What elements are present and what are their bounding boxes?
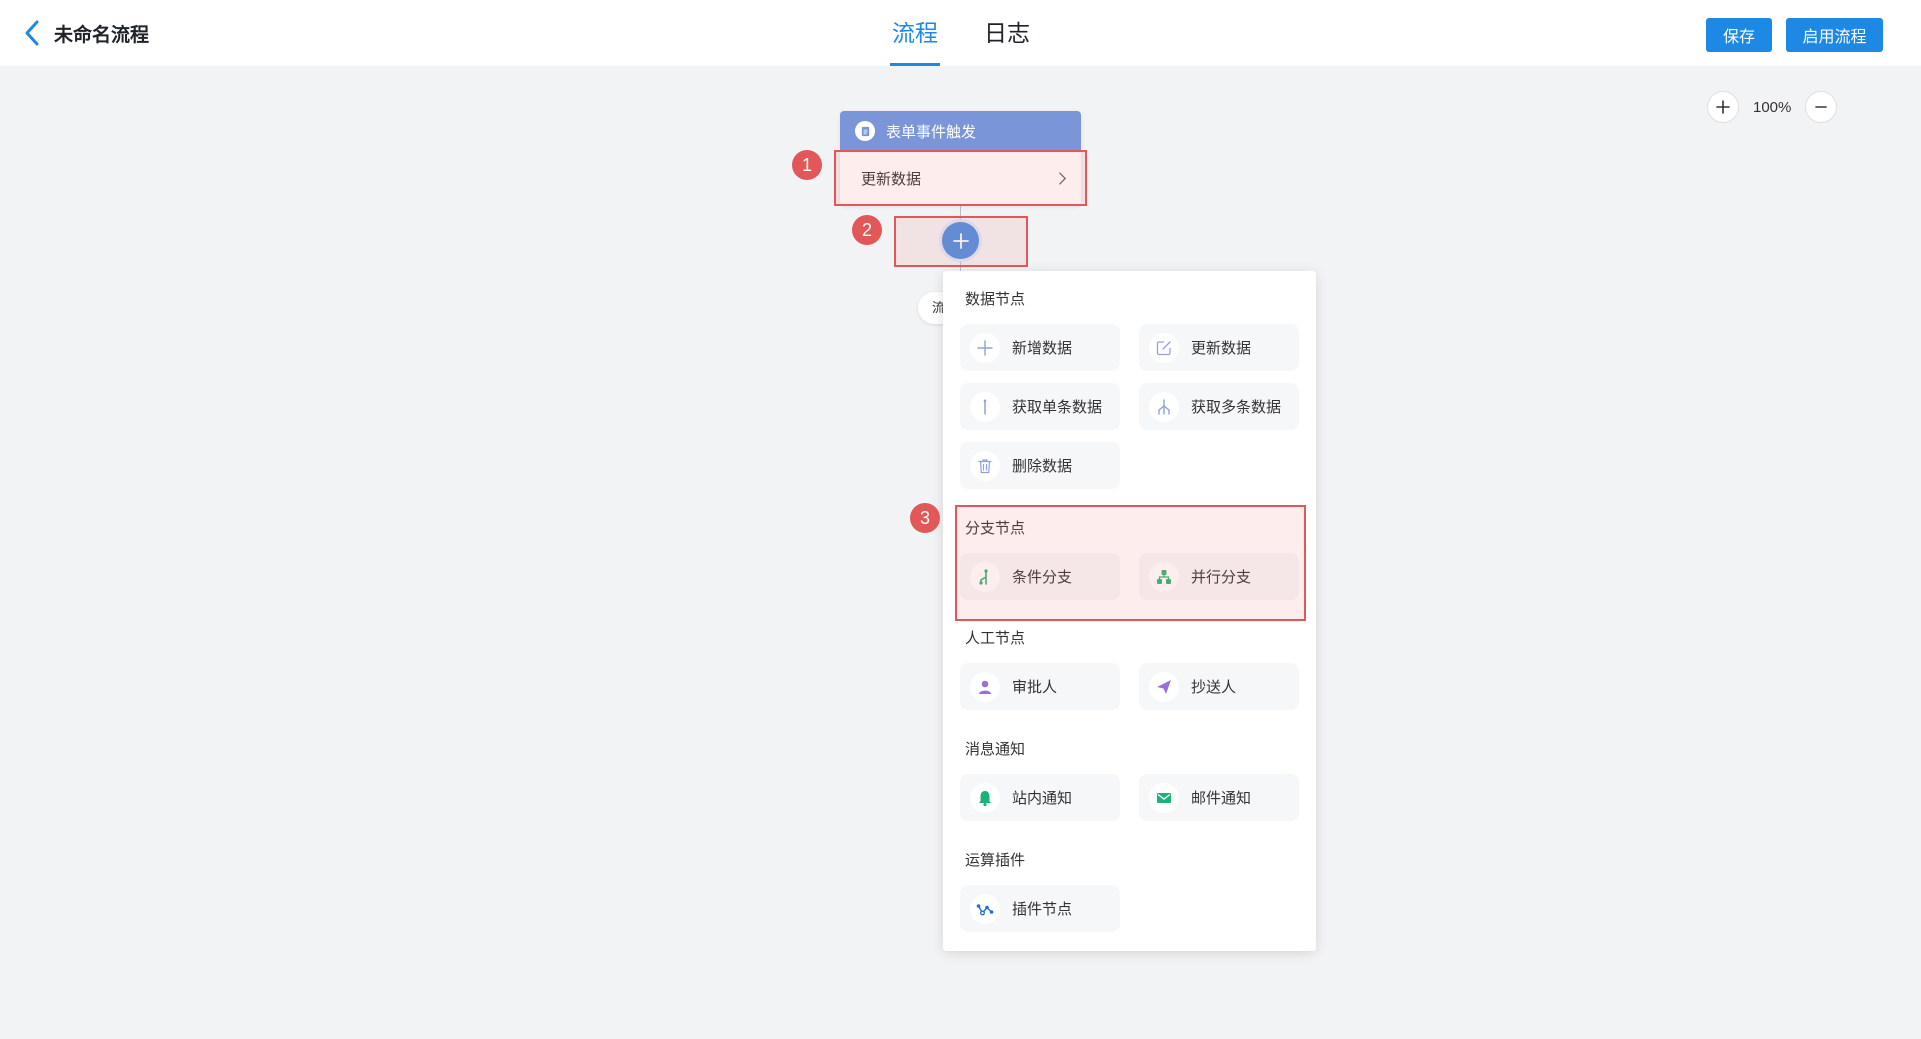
minus-icon (1815, 106, 1828, 108)
tab-log[interactable]: 日志 (982, 0, 1032, 66)
node-get-single-data[interactable]: 获取单条数据 (960, 383, 1120, 430)
back-button[interactable]: 未命名流程 (22, 18, 149, 48)
highlight-box-3 (955, 505, 1306, 621)
trigger-node-title: 表单事件触发 (886, 123, 977, 141)
node-label: 获取多条数据 (1191, 399, 1282, 416)
zoom-level: 100% (1753, 98, 1792, 116)
highlight-box-1 (834, 150, 1087, 206)
user-icon (979, 680, 991, 694)
top-header: 未命名流程 流程 日志 保存 启用流程 (0, 0, 1921, 66)
section-title-plugin: 运算插件 (965, 852, 1026, 869)
node-label: 更新数据 (1191, 340, 1252, 357)
node-site-notify[interactable]: 站内通知 (960, 774, 1120, 821)
multi-branch-icon (1158, 398, 1170, 415)
zoom-controls: 100% (1707, 90, 1838, 124)
trigger-node-header: 表单事件触发 (840, 111, 1081, 151)
node-mail-notify[interactable]: 邮件通知 (1139, 774, 1299, 821)
zoom-in-button[interactable] (1707, 91, 1739, 123)
mail-icon (1157, 792, 1171, 803)
node-delete-data[interactable]: 删除数据 (960, 442, 1120, 489)
edit-icon (1156, 340, 1171, 355)
section-title-data: 数据节点 (965, 291, 1026, 308)
plugin-icon (976, 903, 994, 915)
node-label: 删除数据 (1012, 458, 1073, 475)
section-title-manual: 人工节点 (965, 630, 1026, 647)
tab-flow[interactable]: 流程 (890, 0, 940, 66)
single-line-icon (983, 398, 987, 415)
send-icon (1157, 679, 1171, 694)
zoom-out-button[interactable] (1805, 91, 1838, 123)
bell-icon (979, 790, 991, 806)
node-label: 审批人 (1012, 679, 1058, 696)
plus-icon (977, 339, 993, 356)
node-add-data[interactable]: 新增数据 (960, 324, 1120, 371)
annotation-badge-2: 2 (852, 215, 882, 245)
node-label: 站内通知 (1012, 790, 1073, 807)
node-label: 邮件通知 (1191, 790, 1252, 807)
highlight-box-2 (894, 216, 1028, 267)
node-get-multi-data[interactable]: 获取多条数据 (1139, 383, 1299, 430)
node-cc[interactable]: 抄送人 (1139, 663, 1299, 710)
annotation-badge-1: 1 (792, 150, 822, 180)
node-update-data[interactable]: 更新数据 (1139, 324, 1299, 371)
node-label: 插件节点 (1012, 901, 1073, 918)
node-approver[interactable]: 审批人 (960, 663, 1120, 710)
page-title: 未命名流程 (54, 24, 150, 46)
enable-flow-button[interactable]: 启用流程 (1786, 18, 1883, 52)
node-plugin[interactable]: 插件节点 (960, 885, 1120, 932)
annotation-badge-3: 3 (910, 503, 940, 533)
tab-bar: 流程 日志 (890, 0, 1032, 66)
document-icon (855, 121, 875, 141)
node-label: 获取单条数据 (1012, 399, 1103, 416)
section-title-notify: 消息通知 (965, 741, 1026, 758)
save-button[interactable]: 保存 (1706, 18, 1772, 52)
node-label: 新增数据 (1012, 340, 1073, 357)
plus-icon (1716, 100, 1730, 114)
node-label: 抄送人 (1191, 679, 1237, 696)
trash-icon (978, 458, 992, 473)
chevron-left-icon (25, 20, 39, 46)
